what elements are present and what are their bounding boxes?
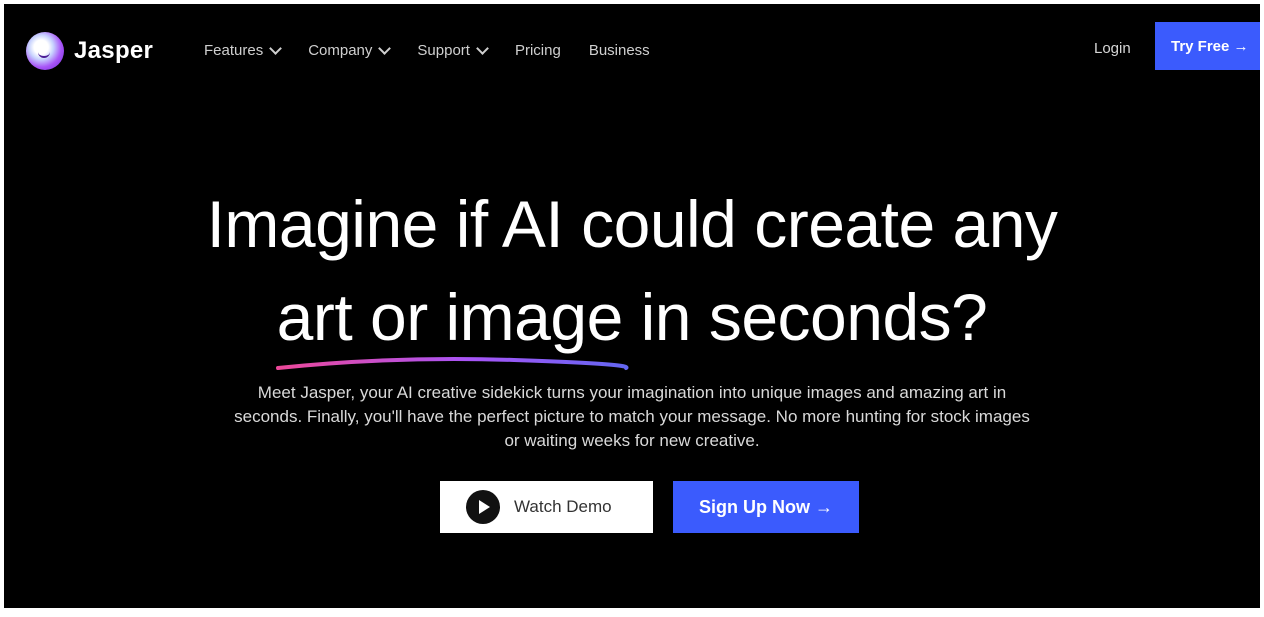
headline-underline-decoration: [276, 357, 629, 370]
nav-item-features[interactable]: Features: [204, 42, 283, 59]
logo-text: Jasper: [74, 37, 154, 64]
nav-item-business[interactable]: Business: [589, 42, 650, 59]
nav-item-label: Company: [308, 42, 373, 59]
nav-item-label: Features: [204, 42, 264, 59]
nav-item-support[interactable]: Support: [417, 42, 489, 59]
hero-headline-line-2: art or image in seconds?: [276, 280, 988, 354]
nav-item-pricing[interactable]: Pricing: [515, 42, 561, 59]
login-link[interactable]: Login: [1094, 40, 1131, 57]
hero-headline-line-1: Imagine if AI could create any: [206, 187, 1058, 261]
logo[interactable]: Jasper: [26, 32, 153, 70]
try-free-button[interactable]: Try Free →: [1155, 22, 1260, 70]
page-bottom-edge: [0, 608, 1264, 617]
watch-demo-label: Watch Demo: [514, 497, 612, 516]
nav-item-company[interactable]: Company: [308, 42, 392, 59]
sign-up-button[interactable]: Sign Up Now →: [673, 481, 859, 533]
jasper-logo-icon: [26, 32, 64, 70]
page: Jasper Features Company Support Pricing …: [4, 4, 1260, 608]
chevron-down-icon: [378, 42, 392, 55]
nav-item-label: Business: [588, 42, 650, 59]
top-navigation: Jasper Features Company Support Pricing …: [4, 4, 1260, 92]
nav-links: Features Company Support Pricing Busines…: [204, 42, 650, 59]
nav-item-label: Pricing: [514, 42, 561, 59]
chevron-down-icon: [269, 42, 283, 55]
watch-demo-button[interactable]: Watch Demo: [440, 481, 653, 533]
chevron-down-icon: [476, 42, 489, 55]
hero-subtext: Meet Jasper, your AI creative sidekick t…: [234, 383, 1030, 450]
play-icon: [466, 490, 500, 524]
nav-item-label: Support: [417, 42, 470, 59]
